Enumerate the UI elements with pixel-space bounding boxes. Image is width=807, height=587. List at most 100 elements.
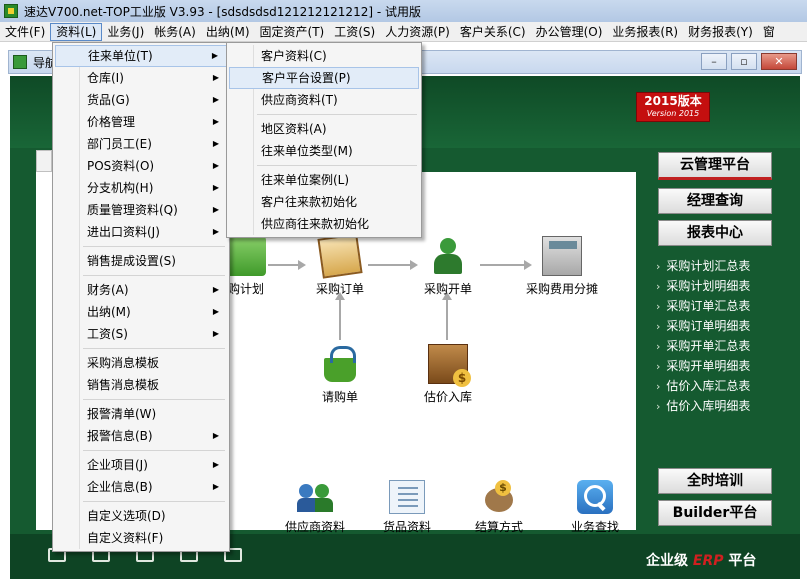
- menu-item-cashier[interactable]: 出纳(M) ▶: [55, 301, 227, 323]
- menu-item-branches[interactable]: 分支机构(H) ▶: [55, 177, 227, 199]
- cost-allocation-node[interactable]: 采购费用分摊: [510, 236, 614, 297]
- submenu-arrow-icon: ▶: [212, 460, 219, 469]
- menu-fixed-assets[interactable]: 固定资产(T): [255, 23, 330, 41]
- menu-separator: [257, 114, 417, 115]
- contacts-submenu: 客户资料(C) 客户平台设置(P) 供应商资料(T) 地区资料(A) 往来单位类…: [226, 42, 422, 238]
- submenu-item-region-info[interactable]: 地区资料(A): [229, 118, 419, 140]
- flow-arrow: [335, 292, 345, 340]
- menu-item-enterprise-projects[interactable]: 企业项目(J) ▶: [55, 454, 227, 476]
- menu-separator: [83, 399, 225, 400]
- submenu-item-customer-info[interactable]: 客户资料(C): [229, 45, 419, 67]
- purchase-order-label: 采购订单: [315, 282, 364, 296]
- calculator-icon: [542, 236, 582, 276]
- chevron-right-icon: ›: [656, 260, 661, 273]
- restore-button[interactable]: ▫: [731, 53, 757, 70]
- submenu-item-contact-type[interactable]: 往来单位类型(M): [229, 140, 419, 162]
- goods-info-item[interactable]: 货品资料: [362, 480, 452, 535]
- menu-cashier[interactable]: 出纳(M): [201, 23, 255, 41]
- submenu-arrow-icon: ▶: [212, 73, 219, 82]
- menu-hr[interactable]: 人力资源(P): [380, 23, 455, 41]
- menu-item-alarm-info[interactable]: 报警信息(B) ▶: [55, 425, 227, 447]
- purchase-invoice-node[interactable]: 采购开单: [408, 236, 488, 297]
- business-search-item[interactable]: 业务查找: [550, 480, 640, 535]
- erp-prefix: 企业级: [646, 553, 688, 569]
- settlement-label: 结算方式: [474, 520, 523, 534]
- menu-accounts[interactable]: 帐务(A): [149, 23, 201, 41]
- submenu-item-customer-platform[interactable]: 客户平台设置(P): [229, 67, 419, 89]
- menu-item-warehouse[interactable]: 仓库(I) ▶: [55, 67, 227, 89]
- menu-file[interactable]: 文件(F): [0, 23, 50, 41]
- report-link[interactable]: › 采购订单汇总表: [656, 296, 750, 316]
- menu-crm[interactable]: 客户关系(C): [455, 23, 531, 41]
- report-link[interactable]: › 采购计划汇总表: [656, 256, 750, 276]
- settlement-item[interactable]: 结算方式: [454, 480, 544, 535]
- submenu-arrow-icon: ▶: [212, 139, 219, 148]
- menu-separator: [257, 165, 417, 166]
- menu-item-pricing[interactable]: 价格管理 ▶: [55, 111, 227, 133]
- report-link[interactable]: › 采购开单汇总表: [656, 336, 750, 356]
- report-link[interactable]: › 采购开单明细表: [656, 356, 750, 376]
- submenu-item-contact-cases[interactable]: 往来单位案例(L): [229, 169, 419, 191]
- report-link[interactable]: › 采购计划明细表: [656, 276, 750, 296]
- menu-business[interactable]: 业务(J): [102, 23, 149, 41]
- submenu-item-supplier-init[interactable]: 供应商往来款初始化: [229, 213, 419, 235]
- menu-item-finance[interactable]: 财务(A) ▶: [55, 279, 227, 301]
- menu-item-enterprise-info[interactable]: 企业信息(B) ▶: [55, 476, 227, 498]
- cloud-platform-button[interactable]: 云管理平台: [658, 152, 772, 180]
- submenu-arrow-icon: ▶: [212, 205, 219, 214]
- manager-query-button[interactable]: 经理查询: [658, 188, 772, 214]
- menu-item-alarm-list[interactable]: 报警清单(W): [55, 403, 227, 425]
- version-badge-main: 2015版本: [644, 94, 702, 108]
- training-button[interactable]: 全时培训: [658, 468, 772, 494]
- submenu-item-supplier-info[interactable]: 供应商资料(T): [229, 89, 419, 111]
- builder-platform-button[interactable]: Builder平台: [658, 500, 772, 526]
- submenu-item-customer-init[interactable]: 客户往来款初始化: [229, 191, 419, 213]
- menu-financial-reports[interactable]: 财务报表(Y): [683, 23, 758, 41]
- menu-salary[interactable]: 工资(S): [329, 23, 380, 41]
- menu-item-purchase-msg-template[interactable]: 采购消息模板: [55, 352, 227, 374]
- menu-item-quality[interactable]: 质量管理资料(Q) ▶: [55, 199, 227, 221]
- report-link[interactable]: › 估价入库明细表: [656, 396, 750, 416]
- estimated-receipt-node[interactable]: 估价入库: [408, 344, 488, 405]
- cost-allocation-label: 采购费用分摊: [525, 282, 598, 296]
- purchase-order-node[interactable]: 采购订单: [300, 233, 380, 297]
- menu-separator: [83, 348, 225, 349]
- report-link[interactable]: › 采购订单明细表: [656, 316, 750, 336]
- supplier-info-item[interactable]: 供应商资料: [270, 480, 360, 535]
- menu-item-custom-data[interactable]: 自定义资料(F): [55, 527, 227, 549]
- submenu-arrow-icon: ▶: [212, 117, 219, 126]
- menu-item-contacts[interactable]: 往来单位(T) ▶: [55, 45, 227, 67]
- erp-platform-tag: 企业级 ERP 平台: [646, 550, 756, 570]
- side-tab[interactable]: [36, 150, 52, 172]
- data-menu: 往来单位(T) ▶ 仓库(I) ▶ 货品(G) ▶ 价格管理 ▶ 部门员工(E) ▶ PO…: [52, 42, 230, 552]
- menu-separator: [83, 246, 225, 247]
- menu-item-pos[interactable]: POS资料(O) ▶: [55, 155, 227, 177]
- menu-business-reports[interactable]: 业务报表(R): [607, 23, 683, 41]
- menu-office[interactable]: 办公管理(O): [531, 23, 608, 41]
- submenu-arrow-icon: ▶: [212, 482, 219, 491]
- chevron-right-icon: ›: [656, 300, 661, 313]
- menu-item-sales-msg-template[interactable]: 销售消息模板: [55, 374, 227, 396]
- supplier-info-label: 供应商资料: [284, 520, 345, 534]
- window-title: 速达V700.net-TOP工业版 V3.93 - [sdsdsdsd12121…: [24, 4, 421, 19]
- menu-item-departments[interactable]: 部门员工(E) ▶: [55, 133, 227, 155]
- menu-window[interactable]: 窗: [758, 23, 780, 41]
- menu-item-import-export[interactable]: 进出口资料(J) ▶: [55, 221, 227, 243]
- menu-item-salary[interactable]: 工资(S) ▶: [55, 323, 227, 345]
- menu-data[interactable]: 资料(L): [50, 22, 103, 41]
- submenu-arrow-icon: ▶: [212, 431, 219, 440]
- app-icon: [4, 4, 18, 18]
- report-link[interactable]: › 估价入库汇总表: [656, 376, 750, 396]
- close-button[interactable]: ✕: [761, 53, 797, 70]
- menu-item-goods[interactable]: 货品(G) ▶: [55, 89, 227, 111]
- goods-info-label: 货品资料: [382, 520, 431, 534]
- submenu-arrow-icon: ▶: [212, 329, 219, 338]
- report-center-button[interactable]: 报表中心: [658, 220, 772, 246]
- money-bag-icon: [481, 480, 517, 514]
- basket-icon: [320, 344, 360, 384]
- submenu-arrow-icon: ▶: [211, 51, 218, 60]
- menu-item-custom-options[interactable]: 自定义选项(D): [55, 505, 227, 527]
- requisition-node[interactable]: 请购单: [300, 344, 380, 405]
- menu-item-commission[interactable]: 销售提成设置(S): [55, 250, 227, 272]
- minimize-button[interactable]: –: [701, 53, 727, 70]
